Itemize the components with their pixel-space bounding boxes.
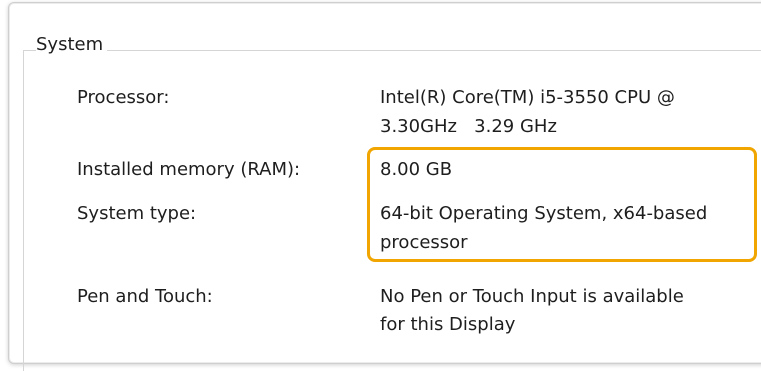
pen-and-touch-value-line-1: No Pen or Touch Input is available: [380, 286, 684, 307]
processor-value-line-2: 3.30GHz 3.29 GHz: [380, 116, 557, 137]
pen-and-touch-label: Pen and Touch:: [77, 286, 213, 307]
pen-and-touch-value-line-2: for this Display: [380, 314, 516, 335]
system-group-label: System: [36, 33, 108, 57]
processor-value-line-1: Intel(R) Core(TM) i5-3550 CPU @: [380, 87, 675, 108]
system-properties-window: System Processor: Intel(R) Core(TM) i5-3…: [0, 0, 761, 371]
installed-memory-label: Installed memory (RAM):: [77, 159, 301, 180]
memory-system-type-highlight: [367, 147, 757, 262]
processor-label: Processor:: [77, 87, 170, 108]
system-type-label: System type:: [77, 203, 197, 224]
